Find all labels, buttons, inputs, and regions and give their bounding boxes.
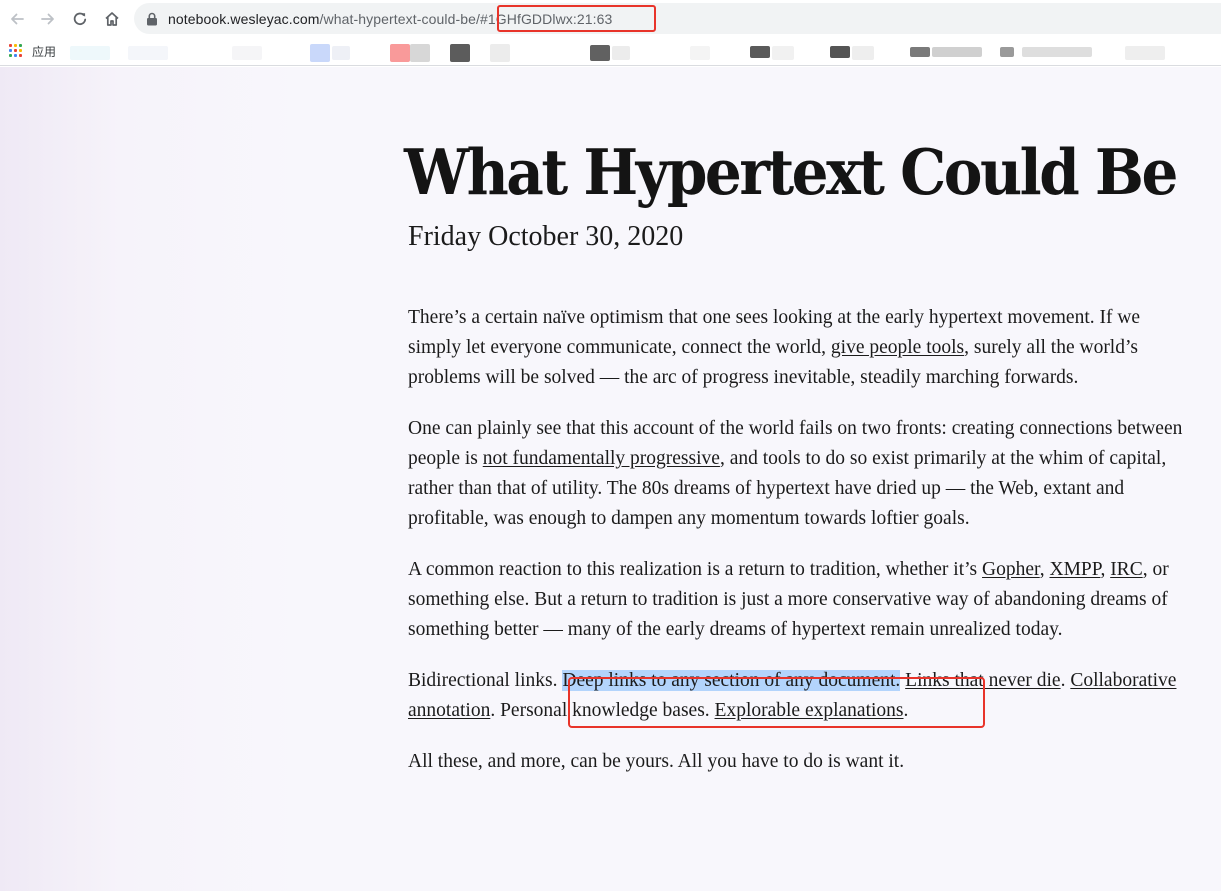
paragraph-2: One can plainly see that this account of… (408, 414, 1198, 534)
page-content: What Hypertext Could Be Friday October 3… (0, 67, 1221, 891)
reload-icon[interactable] (69, 8, 91, 30)
link-irc[interactable]: IRC (1110, 559, 1143, 580)
address-bar[interactable]: notebook.wesleyac.com/what-hypertext-cou… (134, 3, 1221, 34)
bookmark-item[interactable] (70, 46, 110, 60)
bookmark-item[interactable] (772, 46, 794, 60)
bookmark-item[interactable] (852, 46, 874, 60)
link-xmpp[interactable]: XMPP (1049, 559, 1100, 580)
bookmark-item[interactable] (1125, 46, 1165, 60)
bookmark-item[interactable] (932, 47, 982, 57)
apps-grid-icon[interactable] (9, 44, 22, 57)
bookmark-item[interactable] (690, 46, 710, 60)
bookmark-item[interactable] (410, 44, 430, 62)
url-path: /what-hypertext-could-be/ (319, 11, 480, 27)
lock-icon[interactable] (146, 12, 158, 26)
bookmark-item[interactable] (910, 47, 930, 57)
article-title: What Hypertext Could Be (404, 135, 1178, 210)
back-arrow-icon[interactable] (6, 8, 28, 30)
paragraph-text: , (1100, 559, 1111, 580)
link-not-fundamentally-progressive[interactable]: not fundamentally progressive (483, 448, 720, 469)
article-date: Friday October 30, 2020 (408, 221, 684, 252)
link-gopher[interactable]: Gopher (982, 559, 1040, 580)
paragraph-5: All these, and more, can be yours. All y… (408, 751, 905, 772)
forward-arrow-icon[interactable] (37, 8, 59, 30)
browser-toolbar: notebook.wesleyac.com/what-hypertext-cou… (0, 0, 1221, 38)
link-annotation[interactable]: annotation (408, 700, 490, 721)
paragraph-3: A common reaction to this realization is… (408, 555, 1198, 645)
bookmark-item[interactable] (310, 44, 330, 62)
bookmark-item[interactable] (390, 44, 410, 62)
url-hash-annotation-box (497, 5, 656, 32)
url-host: notebook.wesleyac.com (168, 11, 320, 27)
bookmark-item[interactable] (1000, 47, 1014, 57)
link-give-people-tools[interactable]: give people tools (831, 337, 964, 358)
bookmark-item[interactable] (232, 46, 262, 60)
bookmark-item[interactable] (830, 46, 850, 58)
link-collaborative[interactable]: Collaborative (1070, 670, 1176, 691)
highlight-annotation-box (568, 677, 985, 728)
paragraph-text: A common reaction to this realization is… (408, 559, 983, 580)
paragraph-1: There’s a certain naïve optimism that on… (408, 303, 1198, 393)
apps-bookmark-label[interactable]: 应用 (32, 43, 56, 60)
paragraph-text: Bidirectional links. (408, 670, 558, 691)
paragraph-text: . (1060, 670, 1071, 691)
bookmark-item[interactable] (128, 46, 168, 60)
bookmark-item[interactable] (490, 44, 510, 62)
home-icon[interactable] (101, 8, 123, 30)
bookmark-item[interactable] (450, 44, 470, 62)
bookmark-item[interactable] (590, 45, 610, 61)
bookmark-item[interactable] (750, 46, 770, 58)
bookmarks-bar: 应用 (0, 38, 1221, 66)
bookmark-item[interactable] (612, 46, 630, 60)
bookmark-item[interactable] (332, 46, 350, 60)
bookmark-item[interactable] (1022, 47, 1092, 57)
